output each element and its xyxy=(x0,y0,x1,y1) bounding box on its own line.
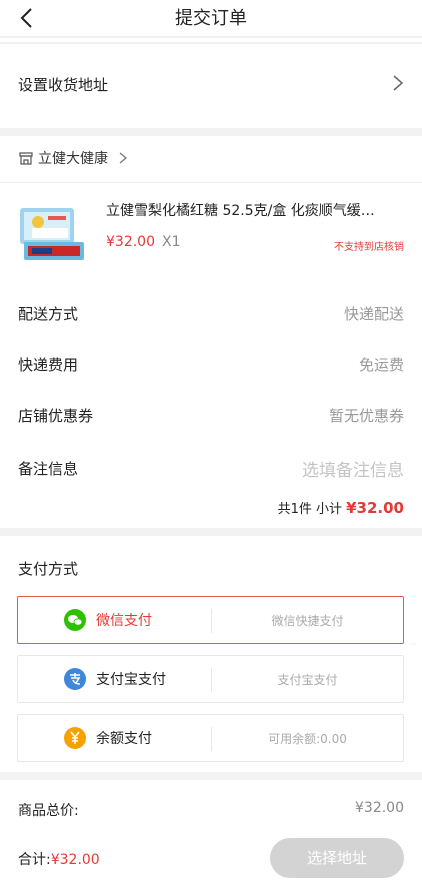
coupon-value[interactable]: 暂无优惠券 xyxy=(329,405,404,426)
total-value: ¥32.00 xyxy=(50,852,100,868)
address-label: 设置收货地址 xyxy=(18,76,109,94)
chevron-right-icon xyxy=(392,74,404,96)
shipping-method-value[interactable]: 快递配送 xyxy=(344,303,404,324)
store-name: 立健大健康 xyxy=(38,151,108,167)
balance-pay-option[interactable]: 余额支付 可用余额:0.00 xyxy=(17,714,404,762)
coupon-label: 店铺优惠券 xyxy=(18,407,94,425)
alipay-option[interactable]: 支付宝支付 支付宝支付 xyxy=(17,655,404,703)
shipping-method-label: 配送方式 xyxy=(18,305,79,323)
yen-coin-icon xyxy=(64,727,86,749)
chevron-right-icon xyxy=(118,150,128,169)
page-title: 提交订单 xyxy=(175,8,247,29)
pay-option-name: 支付宝支付 xyxy=(96,672,166,688)
pay-option-name: 余额支付 xyxy=(96,731,152,747)
total-label: 合计: xyxy=(18,852,51,868)
shipping-fee-value: 免运费 xyxy=(358,356,404,374)
pay-option-desc: 支付宝支付 xyxy=(277,673,338,687)
product-image[interactable] xyxy=(18,198,88,270)
address-row[interactable]: 设置收货地址 xyxy=(0,44,422,128)
order-total: 合计:¥32.00 xyxy=(18,849,100,869)
top-bar: 提交订单 xyxy=(0,0,422,36)
address-dashed-border xyxy=(0,38,422,53)
wechat-icon xyxy=(64,609,86,631)
select-address-button[interactable]: 选择地址 xyxy=(270,838,404,878)
divider xyxy=(0,182,422,183)
remark-label: 备注信息 xyxy=(18,460,79,478)
goods-total-value: ¥32.00 xyxy=(355,800,404,816)
remark-input[interactable]: 选填备注信息 xyxy=(302,456,404,481)
product-quantity: X1 xyxy=(162,234,181,250)
store-icon xyxy=(18,150,34,170)
pickup-note: 不支持到店核销 xyxy=(334,242,404,253)
alipay-icon xyxy=(64,668,86,690)
payment-title: 支付方式 xyxy=(18,560,79,578)
pay-option-desc: 可用余额:0.00 xyxy=(268,732,347,746)
pay-option-name: 微信支付 xyxy=(96,613,152,629)
shipping-fee-label: 快递费用 xyxy=(18,356,79,374)
wechat-pay-option[interactable]: 微信支付 微信快捷支付 xyxy=(17,596,404,644)
product-price: ¥32.00 xyxy=(106,234,155,250)
goods-total-label: 商品总价: xyxy=(18,803,79,819)
subtotal-label: 共1件 小计 xyxy=(277,502,342,517)
order-subtotal: 共1件 小计 ¥32.00 xyxy=(278,498,404,517)
product-title: 立健雪梨化橘红糖 52.5克/盒 化痰顺气缓… xyxy=(106,203,375,219)
pay-option-desc: 微信快捷支付 xyxy=(271,614,344,628)
subtotal-price: ¥32.00 xyxy=(346,499,404,517)
